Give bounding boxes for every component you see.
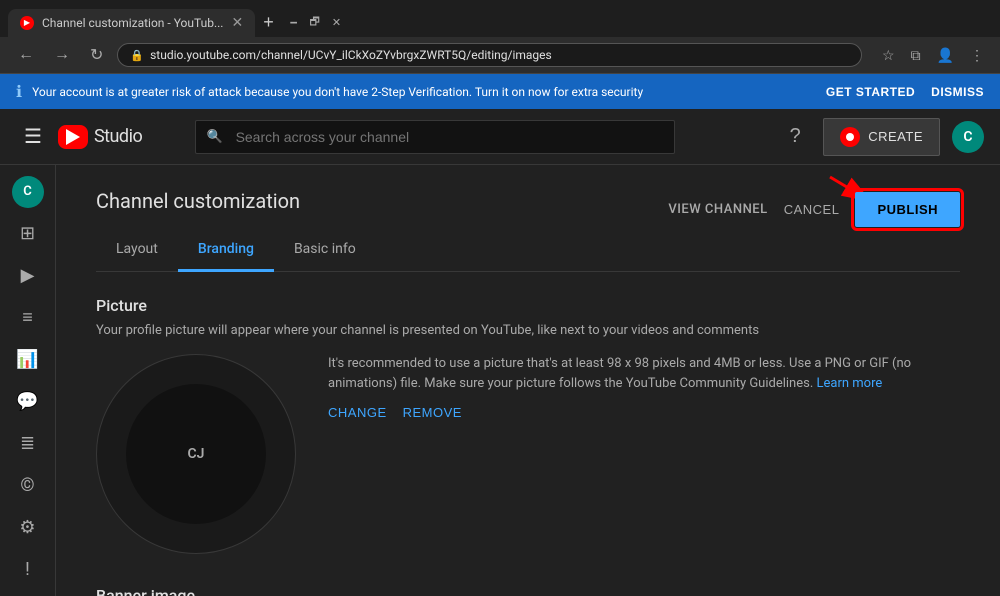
banner-text: Your account is at greater risk of attac… [32,85,816,99]
avatar[interactable]: C [952,121,984,153]
sidebar-item-content[interactable]: ▶ [4,257,52,295]
hamburger-button[interactable]: ☰ [16,120,50,153]
page-title-wrap: Channel customization [96,189,300,229]
refresh-button[interactable]: ↻ [84,43,109,67]
tab-branding-label: Branding [198,241,254,257]
picture-title: Picture [96,296,960,315]
remove-picture-button[interactable]: REMOVE [403,405,462,420]
content-icon: ▶ [21,265,35,286]
view-channel-link[interactable]: VIEW CHANNEL [668,202,767,217]
tab-layout[interactable]: Layout [96,229,178,272]
favicon: ▶ [20,16,34,30]
window-controls: 🗕 🗗 ✕ [282,9,349,36]
browser-nav: ← → ↻ 🔒 studio.youtube.com/channel/UCvY_… [0,37,1000,74]
security-banner: ℹ Your account is at greater risk of att… [0,74,1000,109]
youtube-logo [58,125,88,149]
tab-close-button[interactable]: ✕ [231,15,243,31]
sidebar-avatar: C [12,176,44,208]
top-bar: Channel customization VIEW CHANNEL [96,189,960,229]
studio-label: Studio [94,126,142,147]
picture-description: Your profile picture will appear where y… [96,323,960,338]
tab-layout-label: Layout [116,241,158,257]
maximize-button[interactable]: 🗗 [310,13,320,32]
banner-actions: GET STARTED DISMISS [826,85,984,99]
address-bar[interactable]: 🔒 studio.youtube.com/channel/UCvY_ilCkXo… [117,43,862,67]
studio-logo: Studio [58,125,142,149]
browser-chrome: ▶ Channel customization - YouTub... ✕ + … [0,0,1000,74]
picture-section: Picture Your profile picture will appear… [96,296,960,554]
header-right: ? CREATE C [779,118,984,156]
dismiss-button[interactable]: DISMISS [931,85,984,99]
record-icon [840,127,860,147]
profile-initials: CJ [188,446,205,463]
comments-icon: 💬 [16,391,38,412]
sidebar-item-playlists[interactable]: ≡ [4,299,52,337]
subtitles-icon: ≣ [20,433,35,454]
content-area: Channel customization VIEW CHANNEL [56,165,1000,596]
extensions-button[interactable]: ⧉ [907,45,925,66]
create-button[interactable]: CREATE [823,118,940,156]
forward-button[interactable]: → [48,44,76,66]
nav-icons: ☆ ⧉ 👤 ⋮ [878,45,988,66]
profile-button[interactable]: 👤 [933,45,958,66]
change-picture-button[interactable]: CHANGE [328,405,387,420]
browser-tab[interactable]: ▶ Channel customization - YouTub... ✕ [8,9,255,37]
studio-header: ☰ Studio 🔍 ? CREATE C [0,109,1000,165]
close-button[interactable]: ✕ [332,16,341,29]
record-dot [846,133,854,141]
feedback-icon: ! [25,559,30,580]
settings-icon: ⚙ [19,517,35,538]
search-input[interactable] [195,120,675,154]
sidebar: C ⊞ ▶ ≡ 📊 💬 ≣ © ⚙ ! [0,165,56,596]
info-icon: ℹ [16,82,22,101]
new-tab-button[interactable]: + [255,8,282,37]
dashboard-icon: ⊞ [20,223,35,244]
page-title: Channel customization [96,189,300,213]
tab-basic-info-label: Basic info [294,241,356,257]
tab-branding[interactable]: Branding [178,229,274,272]
create-label: CREATE [868,129,923,144]
picture-area: CJ It's recommended to use a picture tha… [96,354,960,554]
tabs: Layout Branding Basic info [96,229,960,272]
picture-learn-more-link[interactable]: Learn more [817,376,883,391]
picture-actions: CHANGE REMOVE [328,405,960,420]
picture-recommendation: It's recommended to use a picture that's… [328,354,960,393]
sidebar-item-subtitles[interactable]: ≣ [4,424,52,462]
bookmark-button[interactable]: ☆ [878,45,899,66]
sidebar-item-analytics[interactable]: 📊 [4,341,52,379]
minimize-button[interactable]: 🗕 [290,13,298,32]
sidebar-item-avatar[interactable]: C [4,173,52,211]
sidebar-item-dashboard[interactable]: ⊞ [4,215,52,253]
tab-basic-info[interactable]: Basic info [274,229,376,272]
tab-title: Channel customization - YouTub... [42,16,223,30]
main-layout: C ⊞ ▶ ≡ 📊 💬 ≣ © ⚙ ! [0,165,1000,596]
copyright-icon: © [20,475,34,496]
help-button[interactable]: ? [779,121,811,153]
action-buttons: VIEW CHANNEL CANCEL PUBLISH [668,192,960,227]
back-button[interactable]: ← [12,44,40,66]
analytics-icon: 📊 [16,349,38,370]
sidebar-item-comments[interactable]: 💬 [4,383,52,421]
search-bar: 🔍 [195,120,675,154]
playlists-icon: ≡ [22,307,33,328]
menu-button[interactable]: ⋮ [966,45,988,66]
publish-button[interactable]: PUBLISH [855,192,960,227]
browser-tab-bar: ▶ Channel customization - YouTub... ✕ + … [0,0,1000,37]
profile-picture-inner: CJ [126,384,266,524]
sidebar-item-settings[interactable]: ⚙ [4,508,52,546]
play-icon [66,129,80,145]
url-text: studio.youtube.com/channel/UCvY_ilCkXoZY… [150,48,849,62]
get-started-button[interactable]: GET STARTED [826,85,915,99]
picture-info: It's recommended to use a picture that's… [328,354,960,420]
sidebar-item-copyright[interactable]: © [4,466,52,504]
search-icon: 🔍 [207,129,223,144]
profile-picture-container: CJ [96,354,296,554]
sidebar-item-feedback[interactable]: ! [4,550,52,588]
lock-icon: 🔒 [130,49,144,62]
